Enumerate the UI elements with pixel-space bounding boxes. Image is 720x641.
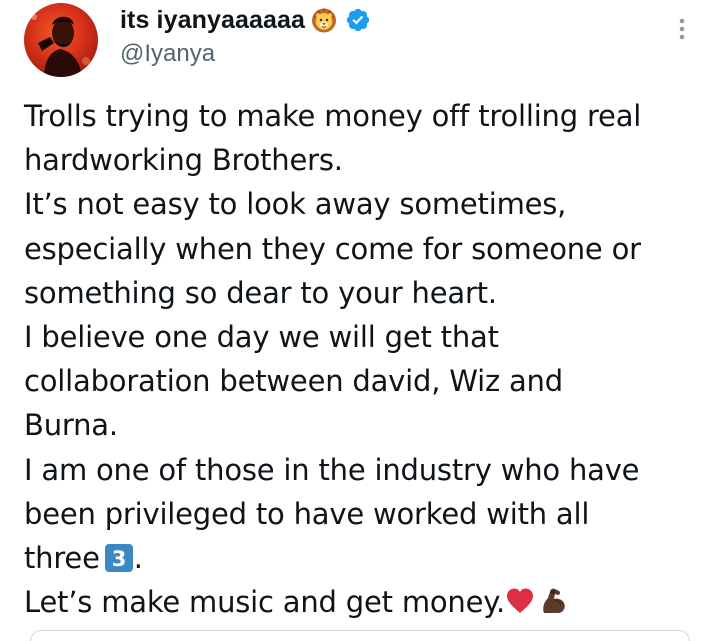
keycap-3-emoji-icon: 3 — [104, 541, 134, 573]
tweet-line: something so dear to your heart. — [24, 275, 497, 310]
tweet-line-three: three 3. — [24, 536, 704, 580]
tweet-line: It’s not easy to look away sometimes, — [24, 187, 567, 222]
quoted-card-edge — [30, 630, 690, 641]
display-name[interactable]: its iyanyaaaaaa — [120, 6, 305, 35]
tweet-line: collaboration between david, Wiz and — [24, 364, 563, 399]
flexed-biceps-emoji-icon — [538, 584, 568, 614]
tweet-card: its iyanyaaaaaa @Iyanya Trolls trying to… — [0, 0, 720, 641]
avatar[interactable] — [24, 3, 98, 77]
tweet-line: I believe one day we will get that — [24, 320, 499, 355]
tweet-line: especially when they come for someone or — [24, 231, 641, 266]
tweet-line: Trolls trying to make money off trolling… — [24, 99, 642, 133]
tweet-last-line: Let’s make music and get money. — [24, 580, 704, 624]
tweet-line: hardworking Brothers. — [24, 143, 343, 178]
verified-badge-icon — [345, 7, 371, 33]
tweet-line-three-text: three — [24, 541, 100, 576]
tweet-line-three-period: . — [133, 541, 143, 576]
red-heart-emoji-icon — [505, 584, 535, 614]
tweet-text: Trolls trying to make money off trolling… — [24, 94, 704, 624]
svg-text:3: 3 — [112, 547, 126, 571]
name-row: its iyanyaaaaaa — [120, 5, 371, 35]
user-handle[interactable]: @Iyanya — [120, 40, 215, 68]
lion-face-icon — [311, 7, 337, 33]
tweet-line: been privileged to have worked with all — [24, 496, 590, 531]
tweet-last-line-text: Let’s make music and get money. — [24, 585, 506, 620]
tweet-line: I am one of those in the industry who ha… — [24, 452, 640, 487]
tweet-line: Burna. — [24, 408, 118, 443]
more-options-icon[interactable] — [672, 16, 692, 42]
